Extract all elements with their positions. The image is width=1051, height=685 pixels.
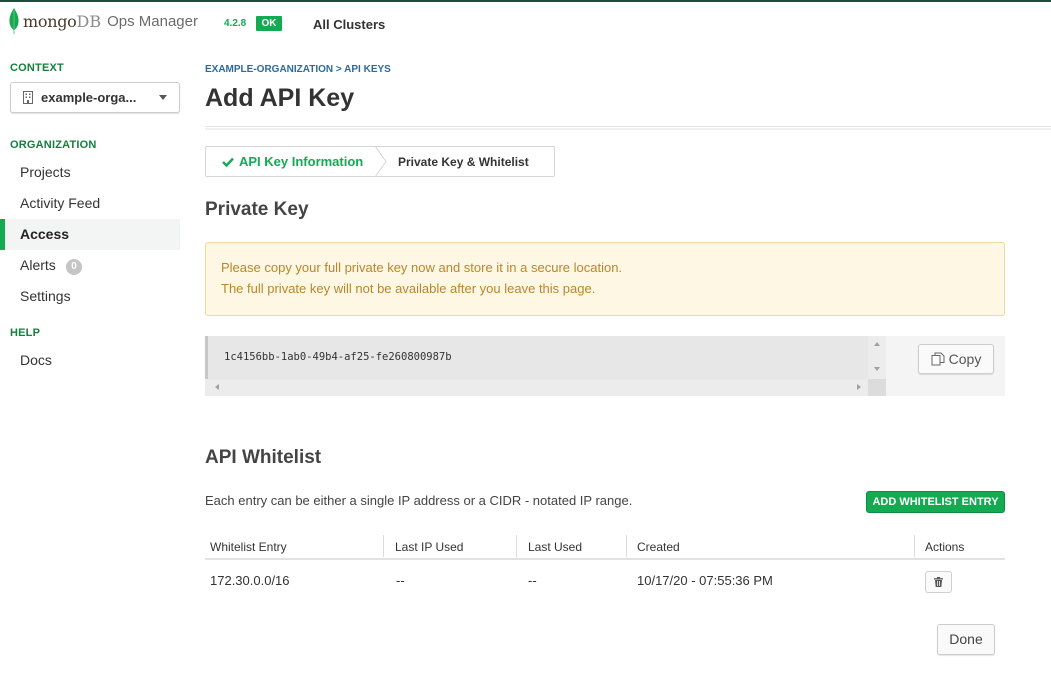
private-key-value: 1c4156bb-1ab0-49b4-af25-fe260800987b <box>224 351 452 363</box>
private-key-box: 1c4156bb-1ab0-49b4-af25-fe260800987b Cop… <box>205 336 1005 396</box>
column-divider <box>626 535 627 557</box>
scroll-down-icon[interactable] <box>874 367 880 371</box>
title-divider <box>205 126 1051 130</box>
top-bar: mongo DB Ops Manager 4.2.8 OK All Cluster… <box>0 0 1051 44</box>
column-divider <box>383 535 384 557</box>
column-divider <box>914 535 915 557</box>
sidebar-item-docs[interactable]: Docs <box>0 345 180 376</box>
help-heading: HELP <box>10 327 41 339</box>
mongodb-leaf-icon <box>9 8 19 34</box>
copy-icon <box>931 352 945 366</box>
context-selector[interactable]: example-orga... <box>10 82 180 113</box>
delete-entry-button[interactable] <box>925 571 952 593</box>
status-badge: OK <box>256 16 282 31</box>
sidebar-item-access[interactable]: Access <box>0 219 180 250</box>
building-icon <box>23 91 33 104</box>
horizontal-scrollbar[interactable] <box>205 379 868 396</box>
mongodb-logo[interactable]: mongo DB Ops Manager <box>8 6 198 36</box>
sidebar-item-activity-feed[interactable]: Activity Feed <box>0 188 180 219</box>
breadcrumb[interactable]: EXAMPLE-ORGANIZATION > API KEYS <box>205 64 391 75</box>
sidebar-item-label: Access <box>20 226 70 242</box>
scroll-left-icon[interactable] <box>215 384 219 390</box>
add-whitelist-entry-button[interactable]: ADD WHITELIST ENTRY <box>866 491 1005 513</box>
column-header-actions: Actions <box>925 540 965 554</box>
column-header-whitelist-entry[interactable]: Whitelist Entry <box>210 540 287 554</box>
logo-mongo-text: mongo <box>23 11 77 31</box>
step-separator <box>375 146 387 177</box>
checkmark-icon <box>222 157 234 167</box>
step-private-key-whitelist[interactable]: Private Key & Whitelist <box>398 155 529 169</box>
copy-button-label: Copy <box>948 351 982 367</box>
column-divider <box>516 535 517 557</box>
step-label: API Key Information <box>239 154 364 169</box>
warning-line-1: Please copy your full private key now an… <box>221 260 623 275</box>
column-header-created[interactable]: Created <box>637 540 680 554</box>
scroll-up-icon[interactable] <box>874 342 880 346</box>
sidebar-item-label: Docs <box>20 352 52 368</box>
context-selector-value: example-orga... <box>41 90 137 105</box>
warning-line-2: The full private key will not be availab… <box>221 281 596 296</box>
page-title: Add API Key <box>205 84 355 112</box>
logo-db-text: DB <box>76 11 102 31</box>
step-api-key-information[interactable]: API Key Information <box>222 154 363 169</box>
caret-down-icon <box>159 95 167 100</box>
scroll-right-icon[interactable] <box>857 384 861 390</box>
sidebar: CONTEXT example-orga... ORGANIZATION Pro… <box>0 44 182 685</box>
sidebar-item-projects[interactable]: Projects <box>0 157 180 188</box>
private-key-heading: Private Key <box>205 199 309 220</box>
copy-button[interactable]: Copy <box>918 344 994 374</box>
logo-product-name: Ops Manager <box>107 12 198 30</box>
sidebar-item-label: Activity Feed <box>20 195 101 211</box>
sidebar-item-alerts[interactable]: Alerts 0 <box>0 250 180 281</box>
table-row: 172.30.0.0/16 -- -- 10/17/20 - 07:55:36 … <box>205 562 1005 606</box>
trash-icon <box>934 577 943 587</box>
organization-heading: ORGANIZATION <box>10 139 97 151</box>
vertical-scrollbar[interactable] <box>868 336 886 379</box>
cell-last-ip-used: -- <box>396 573 405 588</box>
all-clusters-link[interactable]: All Clusters <box>313 17 385 32</box>
alerts-count-badge: 0 <box>66 259 82 275</box>
cell-last-used: -- <box>528 573 537 588</box>
sidebar-item-label: Projects <box>20 164 71 180</box>
done-button[interactable]: Done <box>937 624 995 655</box>
cell-whitelist-entry: 172.30.0.0/16 <box>210 573 290 588</box>
version-label: 4.2.8 <box>224 18 247 29</box>
column-header-last-ip-used[interactable]: Last IP Used <box>395 540 463 554</box>
active-indicator <box>0 219 5 250</box>
sidebar-item-settings[interactable]: Settings <box>0 281 180 312</box>
context-heading: CONTEXT <box>10 62 64 74</box>
sidebar-item-label: Alerts <box>20 257 56 273</box>
whitelist-description: Each entry can be either a single IP add… <box>205 493 633 508</box>
column-header-last-used[interactable]: Last Used <box>528 540 582 554</box>
wizard-steps: API Key Information Private Key & Whitel… <box>205 146 555 177</box>
sidebar-item-label: Settings <box>20 288 71 304</box>
scrollbar-corner <box>868 379 886 396</box>
cell-created: 10/17/20 - 07:55:36 PM <box>637 573 773 588</box>
table-header-row: Whitelist Entry Last IP Used Last Used C… <box>205 532 1005 560</box>
warning-alert: Please copy your full private key now an… <box>205 242 1005 316</box>
api-whitelist-heading: API Whitelist <box>205 447 322 468</box>
